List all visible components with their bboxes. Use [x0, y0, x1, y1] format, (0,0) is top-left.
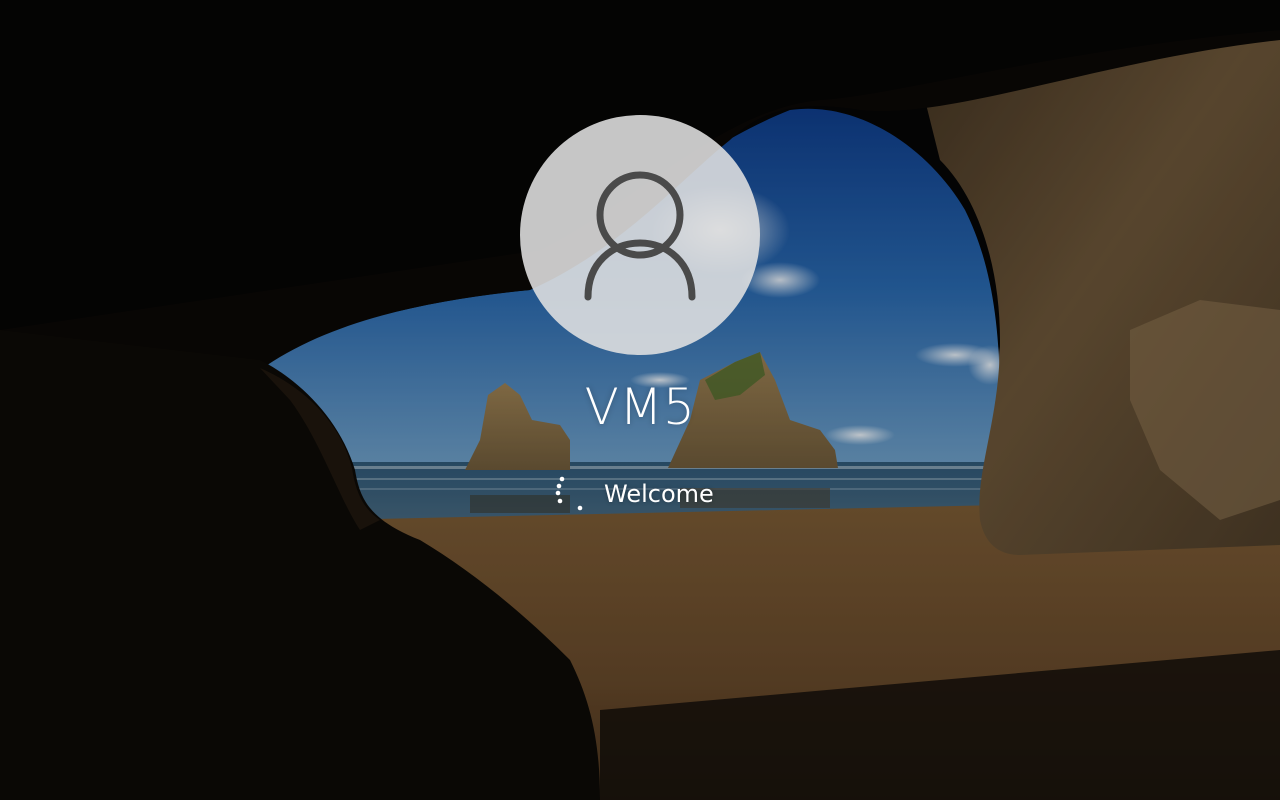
loading-spinner-icon — [555, 476, 583, 511]
user-name: VM5 — [584, 378, 696, 436]
user-silhouette-icon — [584, 171, 696, 301]
lock-screen: VM5 Welcome — [0, 0, 1280, 800]
user-avatar — [520, 115, 760, 355]
welcome-status-text: Welcome — [604, 480, 714, 508]
sign-in-status: Welcome — [552, 474, 714, 514]
